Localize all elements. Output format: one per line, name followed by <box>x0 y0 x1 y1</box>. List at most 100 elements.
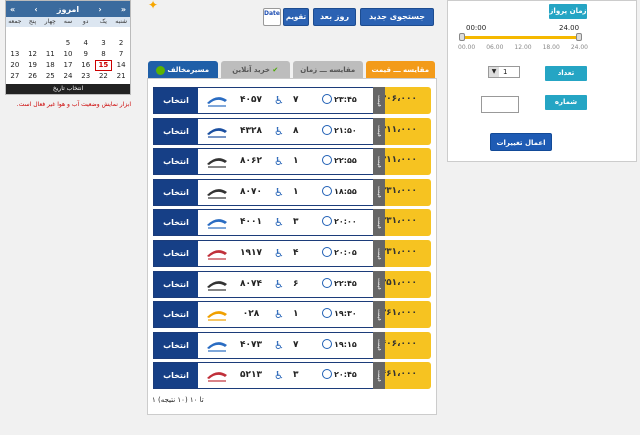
apply-changes-button[interactable]: اعمال تغییرات <box>490 133 552 151</box>
tab-online-purchase[interactable]: خرید آنلاین ✔ <box>220 61 290 79</box>
flight-number-label: شماره پرواز <box>545 95 587 121</box>
select-flight-button[interactable]: انتخاب <box>154 332 198 358</box>
calendar-day[interactable]: 25 <box>41 71 59 82</box>
flight-row: انتخاب ۱۹۱۷ ♿ ۴ ۲۰:۰۵ ۳۳۱،۰۰۰ قیمت <box>153 240 431 267</box>
calendar-button[interactable]: تقویم <box>283 8 309 26</box>
clock-icon <box>322 369 332 380</box>
next-month-button[interactable]: › <box>98 5 101 14</box>
prev-month-button[interactable]: ‹ <box>34 5 37 14</box>
price-box: ۳۳۱،۰۰۰ قیمت <box>373 209 431 237</box>
calendar-day[interactable] <box>24 38 42 49</box>
calendar-day[interactable]: 7 <box>112 49 130 60</box>
flight-price: ۴۰۶،۰۰۰ <box>380 338 417 349</box>
select-flight-button[interactable]: انتخاب <box>154 149 198 175</box>
seat-icon: ♿ <box>274 155 284 169</box>
calendar-day[interactable]: 15 <box>94 60 113 71</box>
price-tag: قیمت <box>373 117 385 145</box>
calendar-day[interactable]: 14 <box>112 60 130 71</box>
seat-count: ۴ <box>293 248 299 258</box>
calendar-day[interactable]: 18 <box>41 60 59 71</box>
tab-label: مقایسه ـــ قیمت <box>371 66 430 74</box>
airline-logo <box>207 280 227 291</box>
select-flight-button[interactable]: انتخاب <box>154 118 198 144</box>
flight-row: انتخاب ۴۳۲۸ ♿ ۸ ۲۱:۵۰ ۳۱۱،۰۰۰ قیمت <box>153 117 431 145</box>
flight-info: انتخاب ۴۰۵۷ ♿ ۷ ۲۳:۴۵ <box>153 87 373 114</box>
price-tag: قیمت <box>373 209 385 237</box>
next-year-button[interactable]: » <box>121 5 126 14</box>
weekday-label: سه <box>63 18 73 25</box>
date-icon-text: Date <box>264 10 280 17</box>
calendar-day[interactable] <box>6 38 24 49</box>
calendar-day[interactable] <box>59 27 77 38</box>
flight-info: انتخاب ۸۰۷۴ ♿ ۶ ۲۲:۴۵ <box>153 270 373 298</box>
calendar-day[interactable]: 23 <box>77 71 95 82</box>
clock-icon <box>322 124 332 135</box>
price-tag: قیمت <box>373 331 385 359</box>
calendar-day[interactable] <box>95 27 113 38</box>
departure-time: ۲۳:۴۵ <box>334 95 357 104</box>
calendar-day[interactable]: 2 <box>112 38 130 49</box>
calendar-day[interactable]: 9 <box>77 49 95 60</box>
calendar-day[interactable]: 16 <box>77 60 95 71</box>
calendar-day[interactable] <box>41 38 59 49</box>
seat-icon: ♿ <box>274 277 284 291</box>
tab-compare-price[interactable]: مقایسه ـــ قیمت <box>365 61 435 79</box>
calendar-day[interactable]: 10 <box>59 49 77 60</box>
select-flight-button[interactable]: انتخاب <box>154 88 198 113</box>
calendar-day[interactable]: 8 <box>95 49 113 60</box>
slider-min-handle[interactable] <box>459 33 465 41</box>
seat-icon: ♿ <box>274 308 284 322</box>
calendar-day[interactable]: 27 <box>6 71 24 82</box>
calendar-day[interactable] <box>24 27 42 38</box>
calendar-day[interactable]: 19 <box>24 60 42 71</box>
calendar-day[interactable]: 20 <box>6 60 24 71</box>
today-button[interactable]: امروز <box>57 5 79 14</box>
calendar-day[interactable]: 24 <box>59 71 77 82</box>
seat-icon: ♿ <box>274 94 284 107</box>
calendar-day[interactable] <box>41 27 59 38</box>
flight-price: ۳۳۱،۰۰۰ <box>380 247 417 257</box>
calendar-day[interactable]: 17 <box>59 60 77 71</box>
calendar-day[interactable]: 4 <box>77 38 95 49</box>
clock-icon <box>322 308 332 319</box>
calendar-day[interactable]: 22 <box>95 71 113 82</box>
slider-max-handle[interactable] <box>576 33 582 41</box>
select-flight-button[interactable]: انتخاب <box>154 179 198 205</box>
next-day-button[interactable]: روز بعد <box>313 8 356 26</box>
time-range-slider[interactable] <box>462 36 580 39</box>
flight-row: انتخاب ۴۰۷۳ ♿ ۷ ۱۹:۱۵ ۴۰۶،۰۰۰ قیمت <box>153 331 431 359</box>
seat-count: ۱ <box>293 186 299 197</box>
tab-compare-time[interactable]: مقایسه ـــ زمان <box>293 61 363 79</box>
flight-price: ۳۶۱،۰۰۰ <box>380 308 417 319</box>
select-flight-button[interactable]: انتخاب <box>154 363 198 389</box>
select-flight-button[interactable]: انتخاب <box>154 302 198 328</box>
tab-return-route[interactable]: مسیرمخالف <box>148 61 218 79</box>
calendar-day[interactable]: 5 <box>59 38 77 49</box>
calendar-day[interactable]: 21 <box>112 71 130 82</box>
calendar-day[interactable]: 12 <box>24 49 42 60</box>
tick-label: 06.00 <box>486 44 504 51</box>
prev-year-button[interactable]: « <box>10 5 15 14</box>
seat-icon: ♿ <box>274 216 284 230</box>
capacity-select[interactable]: ▼ 1 <box>488 66 520 78</box>
calendar-day[interactable] <box>112 27 130 38</box>
flight-price: ۳۳۱،۰۰۰ <box>380 185 417 196</box>
flight-number-input[interactable] <box>481 96 519 113</box>
airline-logo <box>207 158 227 169</box>
calendar-day[interactable]: 11 <box>41 49 59 60</box>
new-search-button[interactable]: جستجوی جدید <box>360 8 434 26</box>
select-flight-button[interactable]: انتخاب <box>154 271 198 297</box>
seat-count: ۱ <box>293 309 299 320</box>
select-flight-button[interactable]: انتخاب <box>154 241 198 266</box>
date-icon[interactable]: Date <box>263 8 281 26</box>
airline-logo <box>207 311 227 322</box>
calendar-day[interactable] <box>6 27 24 38</box>
seat-icon: ♿ <box>274 124 284 138</box>
departure-time: ۲۱:۵۰ <box>334 125 357 135</box>
calendar-day[interactable] <box>77 27 95 38</box>
price-box: ۳۱۱،۰۰۰ قیمت <box>373 148 431 176</box>
calendar-day[interactable]: 26 <box>24 71 42 82</box>
calendar-day[interactable]: 3 <box>95 38 113 49</box>
calendar-day[interactable]: 13 <box>6 49 24 60</box>
select-flight-button[interactable]: انتخاب <box>154 210 198 236</box>
